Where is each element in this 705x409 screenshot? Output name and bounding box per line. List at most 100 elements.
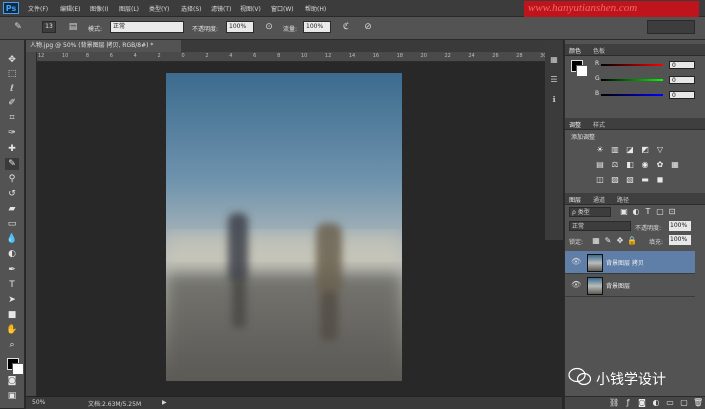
blue-value[interactable]: 0 (669, 91, 695, 99)
pressure-opacity-icon[interactable]: ⊙ (263, 21, 275, 33)
link-layers-icon[interactable]: ⛓ (609, 398, 619, 408)
filter-type-icon[interactable]: T (643, 207, 653, 217)
crop-tool-icon[interactable]: ⌗ (5, 112, 19, 124)
path-select-tool-icon[interactable]: ➤ (5, 294, 19, 306)
layer-opacity-input[interactable]: 100% (669, 221, 691, 231)
menu-image[interactable]: 图像(I) (90, 4, 108, 13)
color-balance-icon[interactable]: ⚖ (610, 160, 620, 170)
blur-tool-icon[interactable]: 💧 (5, 233, 19, 245)
lock-pixels-icon[interactable]: ▦ (591, 236, 601, 246)
black-white-icon[interactable]: ◧ (625, 160, 635, 170)
layer-filter-select[interactable]: ρ 类型 (569, 207, 611, 217)
menu-select[interactable]: 选择(S) (181, 4, 202, 13)
menu-help[interactable]: 帮助(H) (305, 4, 326, 13)
curves-icon[interactable]: ◪ (625, 145, 635, 155)
menu-view[interactable]: 视图(V) (240, 4, 261, 13)
threshold-icon[interactable]: ▧ (625, 175, 635, 185)
type-tool-icon[interactable]: T (5, 279, 19, 291)
dodge-tool-icon[interactable]: ◐ (5, 248, 19, 260)
zoom-level[interactable]: 50% (32, 399, 45, 406)
red-value[interactable]: 0 (669, 61, 695, 69)
photo-filter-icon[interactable]: ◉ (640, 160, 650, 170)
lock-all-icon[interactable]: 🔒 (627, 236, 637, 246)
brightness-icon[interactable]: ☀ (595, 145, 605, 155)
green-slider[interactable] (601, 79, 663, 81)
background-color-swatch[interactable] (12, 363, 24, 375)
menu-file[interactable]: 文件(F) (28, 4, 48, 13)
lock-position-icon[interactable]: ✥ (615, 236, 625, 246)
fill-input[interactable]: 100% (669, 235, 691, 245)
color-lookup-icon[interactable]: ▦ (670, 160, 680, 170)
menu-window[interactable]: 窗口(W) (271, 4, 294, 13)
delete-layer-icon[interactable]: 🗑 (693, 398, 703, 408)
document-image[interactable] (166, 73, 402, 381)
document-tab[interactable]: 人物.jpg @ 50% (背景图层 拷贝, RGB/8#) * (26, 40, 181, 52)
selective-color-icon[interactable]: ◼ (655, 175, 665, 185)
ruler-horizontal[interactable]: 12 10 8 6 4 2 0 2 4 6 8 10 12 14 16 18 20 22 24 26 28 30 (36, 52, 562, 62)
gradient-tool-icon[interactable]: ▭ (5, 218, 19, 230)
layer-name[interactable]: 背景图层 拷贝 (606, 258, 644, 267)
green-value[interactable]: 0 (669, 76, 695, 84)
tab-styles[interactable]: 样式 (593, 120, 605, 129)
quick-mask-icon[interactable]: ◙ (5, 375, 19, 387)
eyedropper-tool-icon[interactable]: ✑ (5, 127, 19, 139)
pen-tool-icon[interactable]: ✒ (5, 264, 19, 276)
layer-row[interactable]: 👁 背景图层 (565, 274, 695, 297)
tab-color[interactable]: 颜色 (569, 46, 581, 55)
opacity-input[interactable]: 100% (226, 21, 254, 33)
tab-channels[interactable]: 通道 (593, 195, 605, 204)
layer-mask-icon[interactable]: ◙ (637, 398, 647, 408)
visibility-eye-icon[interactable]: 👁 (571, 257, 581, 266)
filter-pixel-icon[interactable]: ▣ (619, 207, 629, 217)
screen-mode-icon[interactable]: ▣ (5, 390, 19, 402)
clone-stamp-tool-icon[interactable]: ⚲ (5, 173, 19, 185)
blend-mode-select[interactable]: 正常 (569, 221, 631, 231)
lasso-tool-icon[interactable]: ℓ (5, 83, 19, 95)
layer-style-icon[interactable]: ƒ (623, 398, 633, 408)
menu-edit[interactable]: 编辑(E) (60, 4, 80, 13)
pressure-size-icon[interactable]: ⊘ (362, 21, 374, 33)
brush-tool-icon[interactable]: ✎ (5, 158, 19, 170)
layer-name[interactable]: 背景图层 (606, 281, 630, 290)
menu-layer[interactable]: 图层(L) (119, 4, 139, 13)
layer-row[interactable]: 👁 背景图层 拷贝 (565, 251, 695, 274)
posterize-icon[interactable]: ▨ (610, 175, 620, 185)
menu-filter[interactable]: 滤镜(T) (211, 4, 231, 13)
menu-type[interactable]: 类型(Y) (149, 4, 169, 13)
hue-saturation-icon[interactable]: ▤ (595, 160, 605, 170)
tab-paths[interactable]: 路径 (617, 195, 629, 204)
red-slider[interactable] (601, 64, 663, 66)
vibrance-icon[interactable]: ▽ (655, 145, 665, 155)
gradient-map-icon[interactable]: ▬ (640, 175, 650, 185)
filter-smart-icon[interactable]: ⊡ (667, 207, 677, 217)
blue-slider[interactable] (601, 94, 663, 96)
levels-icon[interactable]: ▥ (610, 145, 620, 155)
tab-swatches[interactable]: 色板 (593, 46, 605, 55)
new-adjustment-icon[interactable]: ◐ (651, 398, 661, 408)
zoom-tool-icon[interactable]: ⌕ (5, 339, 19, 351)
brush-panel-icon[interactable]: ▤ (67, 21, 79, 33)
visibility-eye-icon[interactable]: 👁 (571, 280, 581, 289)
history-brush-tool-icon[interactable]: ↺ (5, 188, 19, 200)
color-bg-swatch[interactable] (576, 65, 588, 77)
properties-panel-icon[interactable]: ☰ (548, 74, 560, 86)
filter-shape-icon[interactable]: ▢ (655, 207, 665, 217)
flow-input[interactable]: 100% (303, 21, 331, 33)
new-group-icon[interactable]: ▭ (665, 398, 675, 408)
info-panel-icon[interactable]: ℹ (548, 94, 560, 106)
tab-layers[interactable]: 图层 (569, 195, 581, 204)
invert-icon[interactable]: ◫ (595, 175, 605, 185)
rectangle-tool-icon[interactable]: ■ (5, 309, 19, 321)
lock-paint-icon[interactable]: ✎ (603, 236, 613, 246)
eraser-tool-icon[interactable]: ▰ (5, 203, 19, 215)
brush-preset-icon[interactable]: ✎ (12, 21, 24, 33)
status-arrow-icon[interactable]: ▶ (162, 399, 167, 406)
tab-adjustments[interactable]: 调整 (569, 120, 581, 129)
workspace-select[interactable] (647, 20, 695, 34)
exposure-icon[interactable]: ◩ (640, 145, 650, 155)
airbrush-icon[interactable]: ℭ (340, 21, 352, 33)
filter-adjust-icon[interactable]: ◐ (631, 207, 641, 217)
new-layer-icon[interactable]: ▢ (679, 398, 689, 408)
ruler-vertical[interactable] (26, 52, 37, 396)
marquee-tool-icon[interactable]: ⬚ (5, 68, 19, 80)
